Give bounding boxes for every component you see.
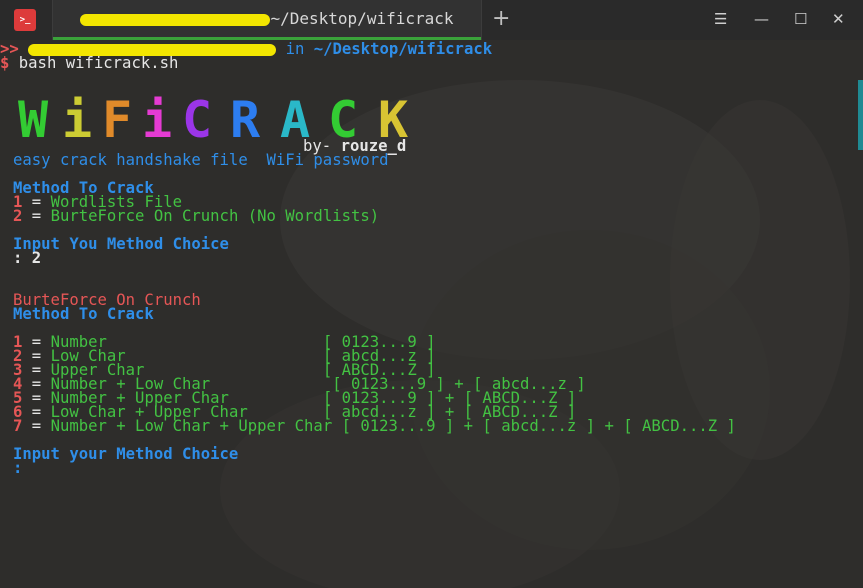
terminal-window: >_ ~/Desktop/wificrack + ☰ — ☐ ✕ >> in ~… bbox=[0, 0, 863, 588]
title-bar: >_ ~/Desktop/wificrack + ☰ — ☐ ✕ bbox=[0, 0, 863, 40]
prompt-path: ~/Desktop/wificrack bbox=[313, 40, 493, 58]
menu-icon[interactable]: ☰ bbox=[714, 10, 727, 28]
command-text: bash wificrack.sh bbox=[18, 54, 179, 72]
redacted-mark bbox=[80, 13, 271, 26]
scrollbar-thumb[interactable] bbox=[858, 80, 863, 150]
menu1-input-prompt: Input You Method Choice bbox=[13, 235, 229, 253]
menu1-option: 2 = BurteForce On Crunch (No Wordlists) bbox=[13, 207, 380, 225]
tab-title: ~/Desktop/wificrack bbox=[53, 9, 481, 28]
close-button[interactable]: ✕ bbox=[832, 10, 845, 28]
terminal-output[interactable]: >> in ~/Desktop/wificrack $ bash wificra… bbox=[0, 40, 863, 588]
logo-letter: C bbox=[328, 91, 359, 149]
command-line: $ bash wificrack.sh bbox=[0, 54, 179, 72]
menu2-option: 7 = Number + Low Char + Upper Char [ 012… bbox=[13, 417, 736, 435]
terminal-app-icon[interactable]: >_ bbox=[14, 9, 36, 31]
logo-letter: i bbox=[142, 91, 173, 149]
maximize-button[interactable]: ☐ bbox=[794, 10, 807, 28]
logo-letter: W bbox=[18, 91, 49, 149]
prompt-dollar: $ bbox=[0, 54, 10, 72]
menu1-input-value: : 2 bbox=[13, 249, 42, 267]
logo-letter: K bbox=[378, 91, 409, 149]
menu2-input-value[interactable]: : bbox=[13, 460, 22, 476]
menu2-heading: Method To Crack bbox=[13, 305, 154, 323]
minimize-button[interactable]: — bbox=[754, 10, 769, 28]
new-tab-button[interactable]: + bbox=[492, 8, 510, 30]
logo-letter: R bbox=[230, 91, 261, 149]
logo-letter: A bbox=[280, 91, 311, 149]
logo-letter: i bbox=[62, 91, 93, 149]
menu2-input-prompt: Input your Method Choice bbox=[13, 445, 239, 463]
tagline: easy crack handshake file WiFi password bbox=[13, 151, 389, 169]
tab-wificrack[interactable]: ~/Desktop/wificrack bbox=[52, 0, 482, 40]
logo-letter: F bbox=[102, 91, 133, 149]
logo-letter: C bbox=[182, 91, 213, 149]
prompt-in: in bbox=[285, 40, 305, 58]
